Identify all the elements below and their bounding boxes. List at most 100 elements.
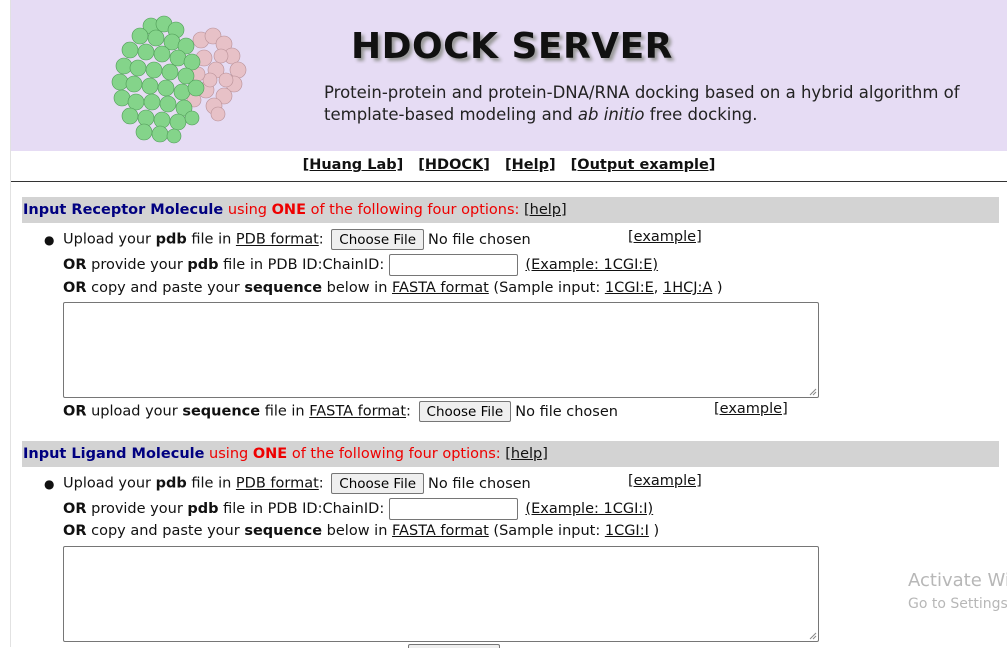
label-text: Upload your [63, 475, 156, 492]
ligand-upload-row: Upload your pdb file in PDB format: Choo… [63, 473, 531, 494]
label-text: copy and paste your [86, 280, 245, 296]
receptor-pdbid-input[interactable] [388, 254, 518, 276]
label-text: below in [322, 523, 393, 539]
windows-activation-watermark: Activate Wi [908, 570, 1007, 591]
one-text: ONE [271, 202, 306, 218]
label-bold: sequence [244, 523, 323, 539]
label-bold: sequence [244, 280, 323, 296]
label-bold: sequence [182, 403, 261, 420]
label-bold: pdb [155, 475, 187, 492]
receptor-fasta-choose-file-button[interactable]: Choose File [418, 401, 512, 422]
resize-grip-icon[interactable] [808, 631, 817, 640]
receptor-pdbid-row: OR provide your pdb file in PDB ID:Chain… [63, 254, 658, 276]
label-text: (Sample input: [488, 280, 605, 296]
receptor-sequence-textarea[interactable] [63, 302, 819, 398]
ligand-pdbid-example-link[interactable]: (Example: 1CGI:I) [525, 501, 653, 517]
using-text: using [204, 446, 253, 462]
ligand-pdb-choose-file-button[interactable]: Choose File [331, 473, 425, 494]
sample-1cgi-i-link[interactable]: 1CGI:I [605, 523, 649, 539]
options-text: of the following four options: [305, 202, 525, 218]
or-label: OR [63, 523, 87, 539]
sample-1cgi-e-link[interactable]: 1CGI:E [605, 280, 654, 296]
nav-link-hdock[interactable]: [HDOCK] [418, 157, 490, 173]
options-text: of the following four options: [287, 446, 506, 462]
label-text: : [406, 403, 411, 420]
label-text: (Sample input: [488, 523, 605, 539]
nav-link-output-example[interactable]: [Output example] [571, 157, 716, 173]
ligand-heading-instruction: using ONE of the following four options: [204, 446, 505, 462]
receptor-help-link[interactable]: [help] [524, 202, 567, 218]
label-text: upload your [86, 403, 183, 420]
label-text: copy and paste your [86, 523, 245, 539]
ligand-section-header: Input Ligand Molecule using ONE of the f… [22, 441, 999, 467]
fasta-format-link[interactable]: FASTA format [392, 523, 489, 539]
label-text: file in [260, 403, 310, 420]
nav-link-huang-lab[interactable]: [Huang Lab] [303, 157, 404, 173]
receptor-sequence-row: OR copy and paste your sequence below in… [63, 280, 723, 296]
receptor-section-header: Input Receptor Molecule using ONE of the… [22, 197, 999, 223]
label-bold: pdb [187, 257, 219, 273]
bullet-icon: ● [44, 233, 55, 247]
label-text: ) [712, 280, 723, 296]
fasta-format-link[interactable]: FASTA format [309, 404, 406, 420]
label-bold: pdb [155, 231, 187, 248]
receptor-fasta-file-status: No file chosen [515, 403, 618, 420]
label-text: provide your [86, 501, 188, 517]
label-text: file in [186, 475, 236, 492]
or-label: OR [63, 403, 87, 420]
ligand-sequence-textarea[interactable] [63, 546, 819, 642]
label-text: ) [648, 523, 660, 539]
page-title: HDOCK SERVER [351, 26, 673, 67]
label-text: file in PDB ID:ChainID: [218, 257, 385, 273]
label-text: , [653, 280, 663, 296]
top-nav: [Huang Lab] [HDOCK] [Help] [Output examp… [11, 157, 1007, 173]
ligand-pdbid-row: OR provide your pdb file in PDB ID:Chain… [63, 498, 653, 520]
receptor-pdb-choose-file-button[interactable]: Choose File [331, 229, 425, 250]
bullet-icon: ● [44, 477, 55, 491]
receptor-heading-instruction: using ONE of the following four options: [223, 202, 524, 218]
pdb-format-link[interactable]: PDB format [236, 476, 319, 492]
page-subtitle: Protein-protein and protein-DNA/RNA dock… [324, 82, 994, 126]
label-text: file in [186, 231, 236, 248]
receptor-upload-row: Upload your pdb file in PDB format: Choo… [63, 229, 531, 250]
label-text: file in PDB ID:ChainID: [218, 501, 385, 517]
ligand-heading: Input Ligand Molecule [23, 446, 205, 462]
subtitle-italic: ab initio [577, 105, 645, 124]
fasta-format-link[interactable]: FASTA format [392, 280, 489, 296]
nav-link-help[interactable]: [Help] [505, 157, 556, 173]
receptor-fasta-example: [example] [714, 401, 788, 417]
or-label: OR [63, 257, 87, 273]
label-text: : [318, 475, 324, 492]
receptor-pdb-example-link[interactable]: [example] [628, 229, 702, 245]
header-banner: HDOCK SERVER Protein-protein and protein… [11, 0, 1007, 151]
label-text: provide your [86, 257, 188, 273]
sample-1hcj-a-link[interactable]: 1HCJ:A [663, 280, 712, 296]
resize-grip-icon[interactable] [808, 387, 817, 396]
receptor-pdb-file-status: No file chosen [428, 231, 531, 248]
divider [11, 181, 1007, 182]
receptor-fasta-example-link[interactable]: [example] [714, 401, 788, 417]
pdb-format-link[interactable]: PDB format [236, 232, 319, 248]
label-bold: pdb [187, 501, 219, 517]
label-text: : [318, 231, 324, 248]
ligand-pdbid-input[interactable] [388, 498, 518, 520]
or-label: OR [63, 280, 87, 296]
protein-molecule-image [111, 15, 247, 144]
one-text: ONE [252, 446, 288, 462]
ligand-sequence-row: OR copy and paste your sequence below in… [63, 523, 659, 539]
ligand-pdb-file-status: No file chosen [428, 475, 531, 492]
receptor-fasta-upload-row: OR upload your sequence file in FASTA fo… [63, 401, 618, 422]
subtitle-text-end: free docking. [644, 105, 758, 124]
receptor-pdb-example: [example] [628, 229, 702, 245]
ligand-pdb-example-link[interactable]: [example] [628, 473, 702, 489]
receptor-pdbid-example-link[interactable]: (Example: 1CGI:E) [525, 257, 658, 273]
ligand-fasta-choose-file-button-partial[interactable] [408, 644, 500, 648]
or-label: OR [63, 501, 87, 517]
using-text: using [223, 202, 272, 218]
label-text: Upload your [63, 231, 156, 248]
label-text: below in [322, 280, 393, 296]
ligand-pdb-example: [example] [628, 473, 702, 489]
ligand-help-link[interactable]: [help] [505, 446, 548, 462]
page-left-border [0, 0, 11, 647]
receptor-heading: Input Receptor Molecule [23, 202, 224, 218]
